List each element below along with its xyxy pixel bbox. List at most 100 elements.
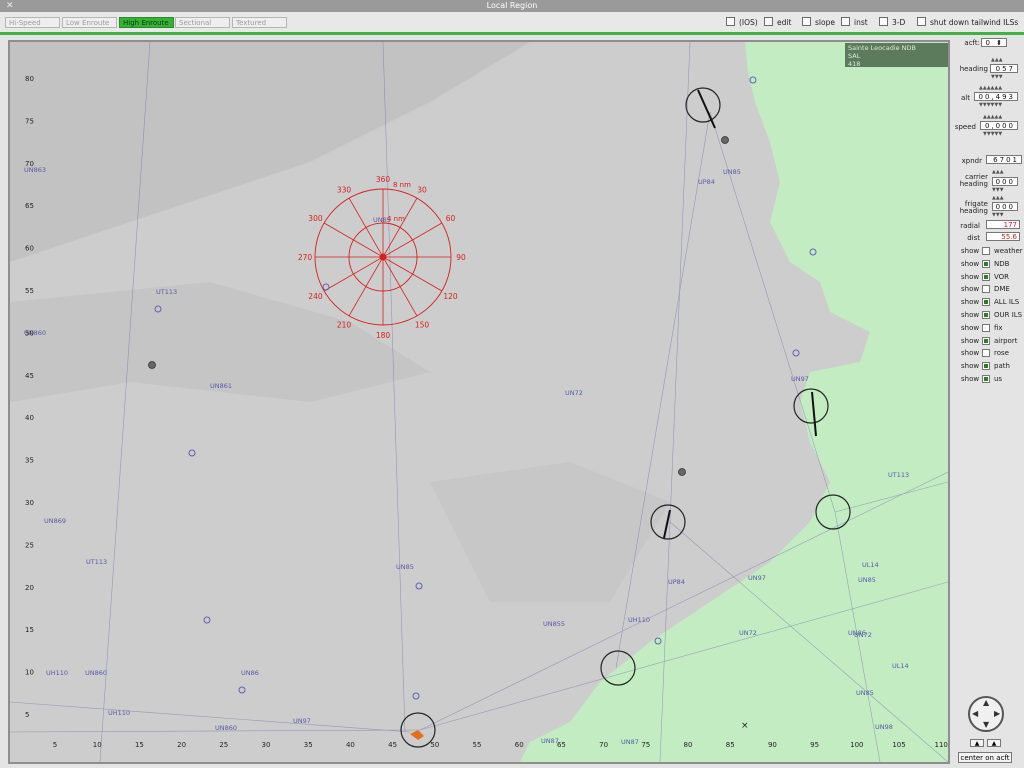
ios-label: (IOS) <box>739 18 758 27</box>
ios-checkbox[interactable]: (IOS) <box>726 17 758 28</box>
checkbox-box[interactable] <box>841 17 850 26</box>
pan-down-icon[interactable]: ▼ <box>983 720 989 729</box>
show-layer-label: path <box>994 362 1010 371</box>
airway-label: UN85 <box>723 168 741 176</box>
show-prefix-label: show <box>961 375 980 383</box>
frigate-up-arrows[interactable]: ▲▲▲ <box>992 195 1004 201</box>
show-toggle-airport[interactable]: show airport <box>961 336 1017 346</box>
show-checkbox[interactable] <box>982 298 990 307</box>
zoom-in-button[interactable]: ▲ <box>970 739 984 747</box>
shut-down-ils-checkbox[interactable]: shut down tailwind ILSs <box>917 17 1018 28</box>
tab-hi-speed[interactable]: Hi-Speed <box>5 17 60 28</box>
airway-label: UH110 <box>108 709 130 717</box>
show-toggle-all-ils[interactable]: show ALL ILS <box>961 298 1019 307</box>
show-checkbox[interactable] <box>982 336 990 345</box>
pan-up-icon[interactable]: ▲ <box>983 698 989 707</box>
zoom-out-button[interactable]: ▲ <box>987 739 1001 747</box>
airport-icon[interactable] <box>678 468 686 476</box>
nav-info-frequency: 418 <box>848 60 861 68</box>
y-tick-label: 15 <box>25 626 34 634</box>
xpndr-field[interactable]: 6701 <box>986 155 1022 164</box>
y-tick-label: 80 <box>25 75 34 83</box>
frigate-heading-field[interactable]: 000 <box>992 202 1018 211</box>
tab-textured[interactable]: Textured <box>232 17 287 28</box>
checkbox-box[interactable] <box>917 17 926 26</box>
show-checkbox[interactable] <box>982 323 990 332</box>
alt-up-arrows[interactable]: ▲▲▲▲▲▲ <box>979 85 1002 91</box>
pan-right-icon[interactable]: ▶ <box>994 709 1000 718</box>
speed-field[interactable]: 0,000 <box>980 121 1018 130</box>
nav-info-ident: SAL <box>848 52 861 60</box>
show-checkbox[interactable] <box>982 362 990 371</box>
radial-value: 177 <box>986 220 1020 229</box>
show-checkbox[interactable] <box>982 285 990 294</box>
radial-label: radial <box>960 222 980 230</box>
show-checkbox[interactable] <box>982 247 990 255</box>
show-toggle-weather[interactable]: show weather <box>961 247 1023 256</box>
edit-label: edit <box>777 18 792 27</box>
frigate-heading-label: heading <box>959 207 988 215</box>
rose-bearing-label: 120 <box>443 292 458 301</box>
center-on-acft-button[interactable]: center on acft <box>958 752 1012 763</box>
alt-down-arrows[interactable]: ▼▼▼▼▼▼ <box>979 102 1002 108</box>
checkbox-box[interactable] <box>802 17 811 26</box>
x-tick-label: 110 <box>935 741 948 749</box>
inst-checkbox[interactable]: inst <box>841 17 868 28</box>
airport-icon[interactable] <box>148 361 156 369</box>
show-toggle-fix[interactable]: show fix <box>961 323 1003 333</box>
show-toggle-rose[interactable]: show rose <box>961 349 1009 358</box>
show-toggle-us[interactable]: show us <box>961 375 1002 384</box>
acft-selector[interactable]: 0 ⬍ <box>981 38 1007 47</box>
speed-down-arrows[interactable]: ▼▼▼▼▼ <box>983 131 1002 137</box>
show-checkbox[interactable] <box>982 349 990 358</box>
checkbox-box[interactable] <box>879 17 888 26</box>
y-tick-label: 30 <box>25 499 34 507</box>
airway-label: UN97 <box>748 574 766 582</box>
show-prefix-label: show <box>961 362 980 371</box>
show-toggle-path[interactable]: show path <box>961 362 1010 371</box>
show-checkbox[interactable] <box>982 272 990 281</box>
show-toggle-vor[interactable]: show VOR <box>961 272 1009 282</box>
carrier-heading-field[interactable]: 000 <box>992 177 1018 186</box>
tab-low-enroute[interactable]: Low Enroute <box>62 17 117 28</box>
airport-icon[interactable] <box>721 136 729 144</box>
acft-label: acft: <box>964 39 980 47</box>
y-tick-label: 50 <box>25 329 34 337</box>
x-tick-label: 5 <box>53 741 57 749</box>
edit-checkbox[interactable]: edit <box>764 17 791 28</box>
show-toggle-dme[interactable]: show DME <box>961 285 1010 294</box>
speed-up-arrows[interactable]: ▲▲▲▲▲ <box>983 114 1002 120</box>
slope-checkbox[interactable]: slope <box>802 17 835 28</box>
tab-sectional[interactable]: Sectional <box>175 17 230 28</box>
map-view[interactable]: UN863 UN860 UT113 UN861 UN72 UN85 UP84 UN85 UN97… <box>8 40 950 764</box>
alt-field[interactable]: 00,493 <box>974 92 1018 101</box>
show-checkbox[interactable] <box>982 311 990 319</box>
show-toggle-our-ils[interactable]: show OUR ILS <box>961 311 1022 320</box>
close-icon[interactable]: ✕ <box>6 0 14 12</box>
x-tick-label: 25 <box>219 741 228 749</box>
checkbox-box[interactable] <box>726 17 735 26</box>
target-cross-icon: × <box>741 721 749 731</box>
map-canvas[interactable]: UN863UN860UT113UN861UN72UN85UP84UN85UN97… <box>10 42 948 762</box>
show-prefix-label: show <box>961 311 980 319</box>
rose-bearing-label: 330 <box>337 185 352 194</box>
pan-control[interactable]: ▲ ▼ ◀ ▶ <box>968 696 1004 732</box>
airway-label: UN860 <box>85 669 107 677</box>
carrier-up-arrows[interactable]: ▲▲▲ <box>992 169 1004 175</box>
tab-high-enroute[interactable]: High Enroute <box>119 17 174 28</box>
carrier-down-arrows[interactable]: ▼▼▼ <box>992 187 1004 193</box>
show-checkbox[interactable] <box>982 375 990 383</box>
pan-left-icon[interactable]: ◀ <box>972 709 978 718</box>
checkbox-box[interactable] <box>764 17 773 26</box>
heading-up-arrows[interactable]: ▲▲▲ <box>991 57 1003 63</box>
show-checkbox[interactable] <box>982 259 990 268</box>
show-layer-label: VOR <box>994 272 1010 281</box>
x-tick-label: 75 <box>641 741 650 749</box>
heading-down-arrows[interactable]: ▼▼▼ <box>991 74 1003 80</box>
rose-bearing-label: 240 <box>308 292 323 301</box>
airway-label: UL14 <box>892 662 909 670</box>
show-toggle-ndb[interactable]: show NDB <box>961 259 1009 269</box>
frigate-down-arrows[interactable]: ▼▼▼ <box>992 212 1004 218</box>
heading-field[interactable]: 057 <box>990 64 1018 73</box>
three-d-checkbox[interactable]: 3-D <box>879 17 905 28</box>
